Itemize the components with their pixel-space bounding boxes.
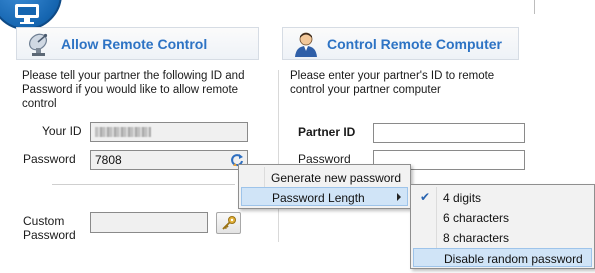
allow-remote-description: Please tell your partner the following I…	[22, 70, 245, 110]
control-remote-computer-title: Control Remote Computer	[327, 35, 502, 52]
password-length-submenu: ✔ 4 digits 6 characters 8 characters Dis…	[410, 184, 595, 269]
menu-item-label: Generate new password	[271, 171, 402, 185]
control-remote-computer-header: Control Remote Computer	[282, 27, 519, 60]
key-icon	[221, 216, 236, 230]
submenu-item-8-characters[interactable]: 8 characters	[413, 228, 592, 247]
window-edge	[534, 0, 535, 14]
submenu-item-6-characters[interactable]: 6 characters	[413, 208, 592, 227]
check-icon: ✔	[419, 190, 431, 204]
custom-password-field[interactable]	[90, 212, 208, 233]
password-context-menu: Generate new password Password Length	[238, 164, 411, 209]
password-field[interactable]: 7808	[90, 150, 248, 170]
window-top	[0, 0, 595, 14]
your-id-value-redacted	[95, 127, 151, 137]
app-logo	[0, 0, 62, 30]
allow-remote-control-title: Allow Remote Control	[61, 35, 208, 52]
submenu-item-label: Disable random password	[444, 252, 583, 266]
custom-password-label: Custom Password	[23, 214, 76, 242]
allow-remote-control-header: Allow Remote Control	[16, 27, 259, 60]
satellite-dish-icon	[29, 33, 48, 56]
app-monitor-icon	[15, 4, 39, 24]
menu-item-password-length[interactable]: Password Length	[241, 187, 408, 206]
left-divider	[52, 184, 235, 185]
user-icon	[295, 32, 317, 57]
menu-item-generate-new-password[interactable]: Generate new password	[241, 168, 408, 187]
submenu-item-label: 8 characters	[443, 231, 510, 245]
password-label: Password	[23, 152, 76, 166]
submenu-item-label: 6 characters	[443, 211, 510, 225]
password-value: 7808	[95, 153, 122, 167]
custom-password-key-button[interactable]	[216, 212, 241, 234]
submenu-item-disable-random-password[interactable]: Disable random password	[413, 248, 592, 267]
submenu-arrow-icon	[397, 193, 401, 201]
submenu-item-label: 4 digits	[443, 191, 482, 205]
submenu-item-4-digits[interactable]: ✔ 4 digits	[413, 188, 592, 207]
menu-item-label: Password Length	[272, 191, 365, 205]
partner-id-label: Partner ID	[298, 125, 356, 139]
your-id-label: Your ID	[42, 124, 82, 138]
your-id-field[interactable]	[90, 122, 248, 142]
partner-id-input[interactable]	[373, 123, 525, 143]
control-remote-description: Please enter your partner's ID to remote…	[290, 70, 495, 96]
section-divider	[278, 70, 279, 242]
